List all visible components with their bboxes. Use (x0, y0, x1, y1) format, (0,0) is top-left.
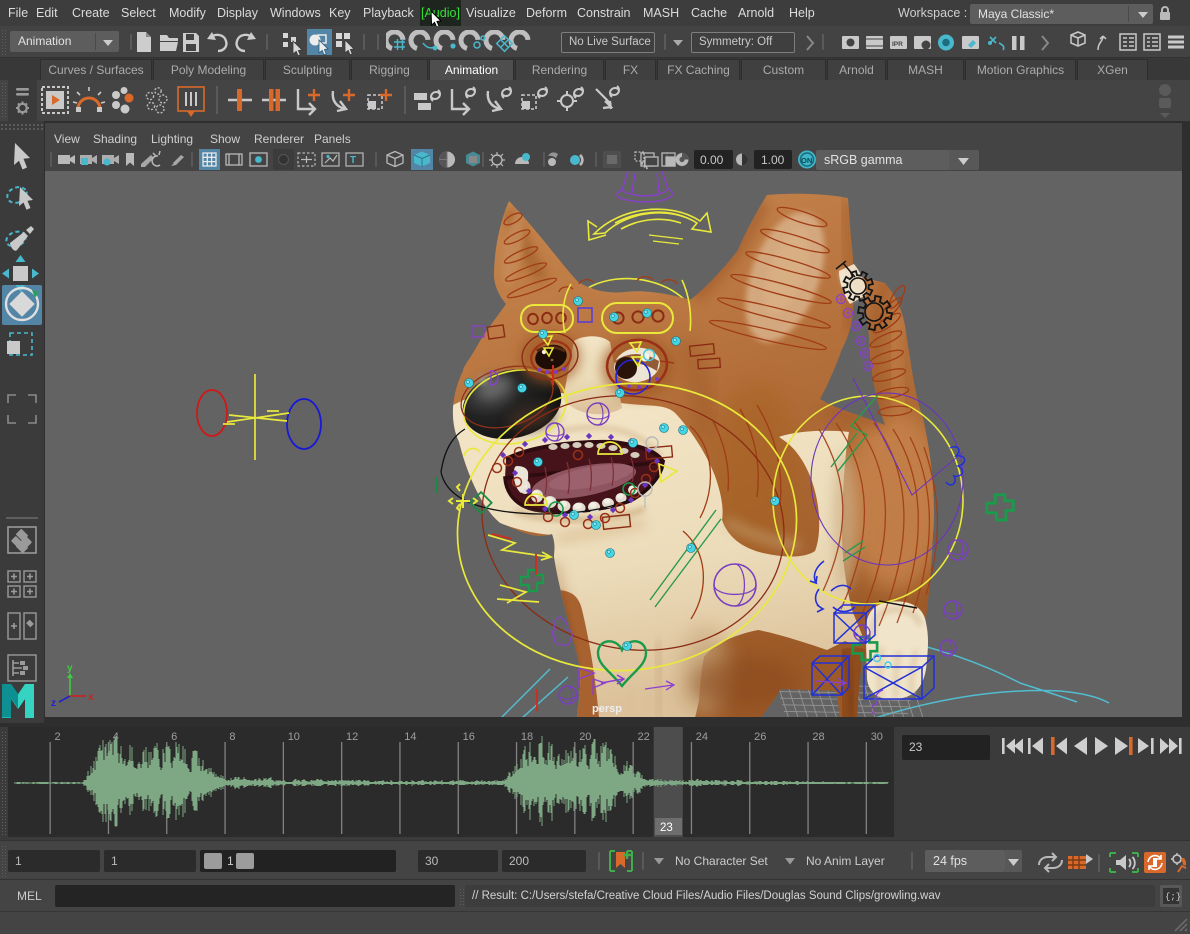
svg-text:16: 16 (463, 731, 475, 743)
svg-text:22: 22 (638, 731, 650, 743)
svg-text:30: 30 (871, 731, 883, 743)
svg-text:ON: ON (801, 156, 812, 165)
svg-text:18: 18 (521, 731, 533, 743)
svg-text:y: y (67, 663, 73, 674)
svg-text:0.00: 0.00 (700, 153, 724, 167)
svg-text:IPR: IPR (892, 41, 903, 48)
svg-text:8: 8 (229, 731, 235, 743)
svg-text:24: 24 (696, 731, 708, 743)
svg-text:{;}: {;} (1165, 892, 1181, 902)
svg-text:28: 28 (812, 731, 824, 743)
svg-text:4: 4 (113, 731, 119, 743)
svg-text:12: 12 (346, 731, 358, 743)
svg-text:6: 6 (171, 731, 177, 743)
svg-text:14: 14 (404, 731, 416, 743)
svg-text:10: 10 (288, 731, 300, 743)
svg-text:x: x (88, 692, 94, 703)
svg-text:1.00: 1.00 (761, 153, 785, 167)
svg-text:persp: persp (592, 703, 622, 715)
svg-text:z: z (51, 698, 56, 709)
svg-text:23: 23 (660, 822, 673, 834)
svg-text:2: 2 (55, 731, 61, 743)
svg-text:20: 20 (579, 731, 591, 743)
svg-text:T: T (350, 155, 356, 166)
svg-text:26: 26 (754, 731, 766, 743)
